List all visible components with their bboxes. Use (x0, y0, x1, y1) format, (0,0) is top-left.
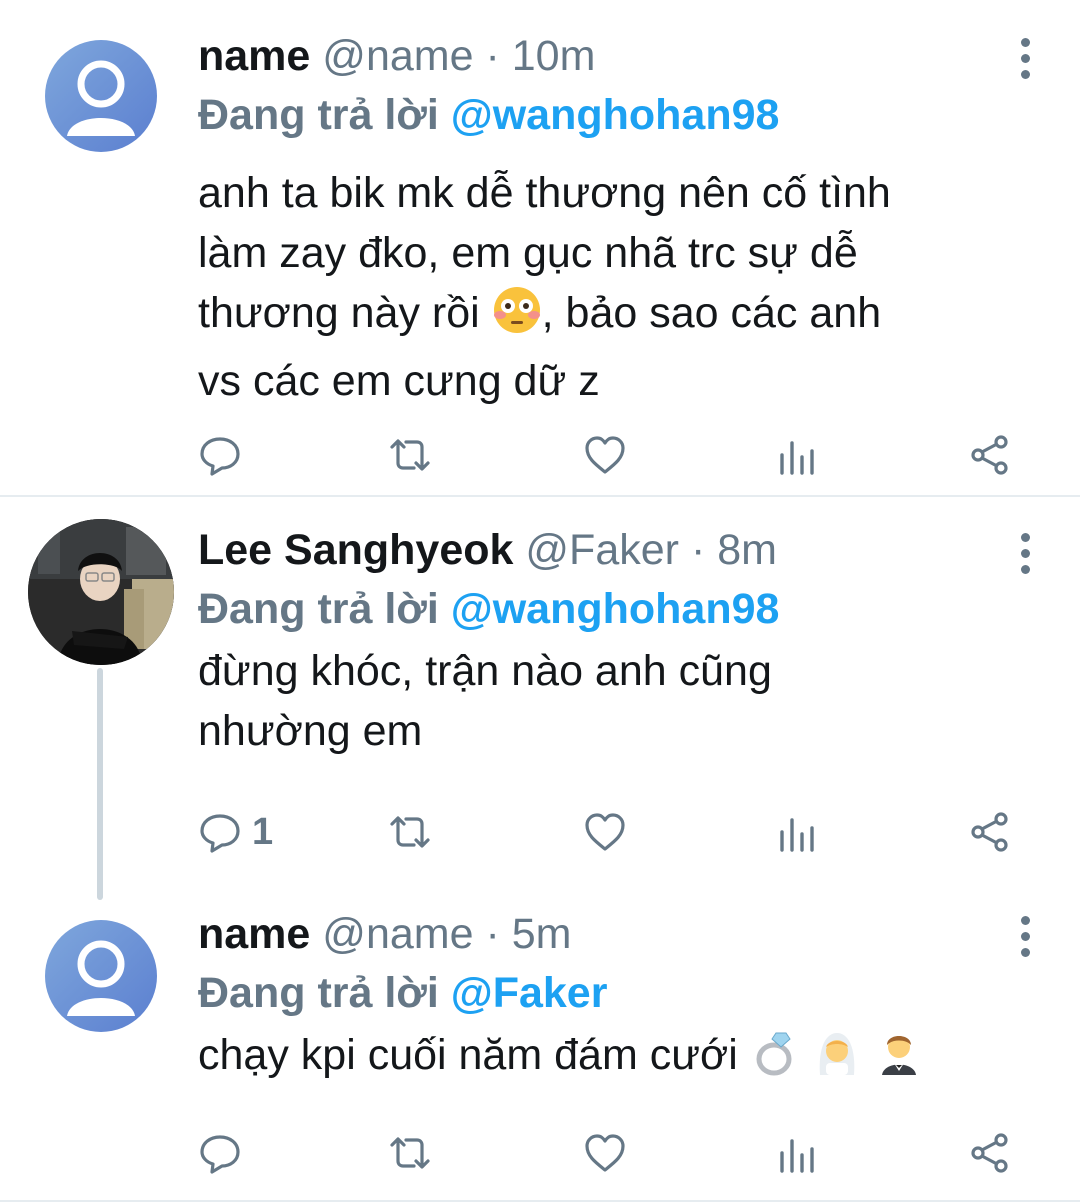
tweet-text-line: làm zay đko, em gục nhã trc sự dễ (198, 229, 858, 277)
tweet-text-line: nhường em (198, 707, 423, 755)
tweet-text-line: vs các em cưng dữ z (198, 357, 600, 405)
tweet-header: name @name · 5m (198, 906, 1020, 962)
reply-context: Đang trả lời @Faker (198, 965, 1020, 1021)
like-button[interactable] (583, 430, 627, 480)
heart-icon (585, 1134, 625, 1172)
analytics-icon (780, 1139, 814, 1173)
more-vertical-icon[interactable] (1018, 916, 1032, 964)
reply-mention[interactable]: @wanghohan98 (451, 91, 780, 139)
user-handle[interactable]: @name (322, 32, 473, 80)
tweet-text-line: chạy kpi cuối năm đám cưới (198, 1031, 738, 1079)
separator: · (485, 910, 500, 958)
groom-emoji (874, 1027, 924, 1093)
tweet-2[interactable]: Lee Sanghyeok @Faker · 8m Đang trả lời @… (0, 497, 1080, 887)
action-bar (198, 1128, 1018, 1178)
share-icon (971, 812, 1008, 852)
analytics-button[interactable] (776, 430, 820, 480)
timestamp[interactable]: 5m (512, 910, 572, 958)
like-button[interactable] (583, 1128, 627, 1178)
photo-avatar[interactable] (28, 519, 174, 665)
action-bar: 1 (198, 807, 1018, 857)
tweet-text-line: anh ta bik mk dễ thương nên cố tình (198, 169, 891, 217)
reply-count: 1 (252, 810, 274, 853)
reply-button[interactable] (198, 430, 252, 480)
reply-button[interactable] (198, 1128, 252, 1178)
reply-mention[interactable]: @wanghohan98 (451, 585, 780, 633)
default-avatar[interactable] (45, 40, 157, 152)
reply-icon (200, 814, 240, 853)
tweet-3[interactable]: name @name · 5m Đang trả lời @Faker chạy… (0, 888, 1080, 1202)
user-handle[interactable]: @Faker (525, 526, 679, 574)
default-avatar[interactable] (45, 920, 157, 1032)
retweet-icon (390, 816, 430, 848)
analytics-icon (780, 818, 814, 852)
display-name[interactable]: name (198, 32, 310, 80)
reply-mention[interactable]: @Faker (451, 969, 608, 1017)
share-icon (971, 435, 1008, 475)
reply-context: Đang trả lời @wanghohan98 (198, 581, 1020, 637)
display-name[interactable]: Lee Sanghyeok (198, 526, 513, 574)
ring-emoji (750, 1027, 800, 1093)
retweet-button[interactable] (388, 430, 432, 480)
flushed-face-emoji (492, 285, 542, 351)
retweet-icon (390, 439, 430, 471)
analytics-icon (780, 441, 814, 475)
more-vertical-icon[interactable] (1018, 38, 1032, 86)
action-bar (198, 430, 1018, 480)
reply-icon (200, 437, 240, 476)
separator: · (690, 526, 706, 574)
retweet-icon (390, 1137, 430, 1169)
tweet-text-line: đừng khóc, trận nào anh cũng (198, 647, 772, 695)
more-vertical-icon[interactable] (1018, 533, 1032, 581)
display-name[interactable]: name (198, 910, 310, 958)
tweet-text-line: thương này rồi , bảo sao các anh (198, 283, 1020, 351)
share-button[interactable] (968, 430, 1012, 480)
tweet-text: đừng khóc, trận nào anh cũng nhường em (198, 641, 1020, 761)
timestamp[interactable]: 8m (717, 526, 777, 574)
tweet-text: chạy kpi cuối năm đám cưới (198, 1025, 1020, 1093)
like-button[interactable] (583, 807, 627, 857)
retweet-button[interactable] (388, 1128, 432, 1178)
reply-button[interactable]: 1 (198, 807, 273, 857)
reply-context: Đang trả lời @wanghohan98 (198, 87, 1020, 143)
tweet-text: anh ta bik mk dễ thương nên cố tình làm … (198, 163, 1020, 411)
bride-emoji (812, 1027, 862, 1093)
reply-prefix: Đang trả lời (198, 585, 439, 633)
share-button[interactable] (968, 1128, 1012, 1178)
analytics-button[interactable] (776, 1128, 820, 1178)
share-icon (971, 1133, 1008, 1173)
reply-prefix: Đang trả lời (198, 969, 439, 1017)
analytics-button[interactable] (776, 807, 820, 857)
share-button[interactable] (968, 807, 1012, 857)
tweet-1[interactable]: name @name · 10m Đang trả lời @wanghohan… (0, 0, 1080, 496)
timestamp[interactable]: 10m (512, 32, 596, 80)
heart-icon (585, 813, 625, 851)
tweet-divider (0, 1200, 1080, 1202)
retweet-button[interactable] (388, 807, 432, 857)
separator: · (485, 32, 500, 80)
reply-icon (200, 1135, 240, 1174)
tweet-header: Lee Sanghyeok @Faker · 8m (198, 522, 1020, 578)
heart-icon (585, 436, 625, 474)
tweet-header: name @name · 10m (198, 28, 1020, 84)
user-handle[interactable]: @name (322, 910, 473, 958)
reply-prefix: Đang trả lời (198, 91, 439, 139)
